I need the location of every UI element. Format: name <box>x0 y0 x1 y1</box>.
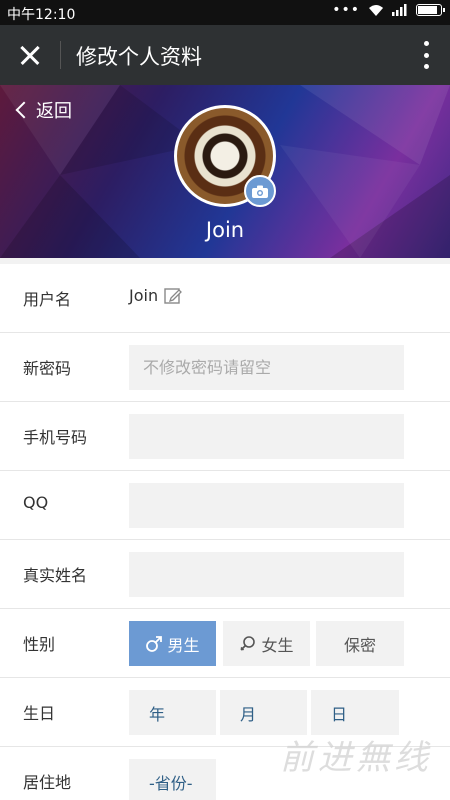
username-text: Join <box>129 286 159 305</box>
qq-row: QQ <box>0 471 450 540</box>
username-row: 用户名 Join <box>0 264 450 333</box>
wifi-icon <box>369 4 383 16</box>
phone-label: 手机号码 <box>23 428 88 447</box>
birthday-day-select[interactable]: 日 <box>311 690 399 735</box>
profile-form: 用户名 Join 新密码 手机号码 QQ 真实姓名 性别 男生 <box>0 264 450 800</box>
back-button[interactable]: 返回 <box>14 97 72 123</box>
female-icon <box>240 635 256 651</box>
residence-label: 居住地 <box>23 773 72 792</box>
realname-label: 真实姓名 <box>23 566 88 585</box>
password-field[interactable] <box>129 345 404 390</box>
title-bar: 修改个人资料 <box>0 25 450 85</box>
title-divider <box>60 41 61 69</box>
status-time: 中午12:10 <box>7 7 76 23</box>
realname-row: 真实姓名 <box>0 540 450 609</box>
gender-male-label: 男生 <box>167 635 200 655</box>
battery-level <box>418 6 437 14</box>
gender-female-button[interactable]: 女生 <box>223 621 310 666</box>
phone-row: 手机号码 <box>0 402 450 471</box>
battery-icon <box>416 4 445 16</box>
realname-field[interactable] <box>129 552 404 597</box>
more-notifications-icon: ••• <box>332 2 360 18</box>
more-menu-icon[interactable] <box>422 41 430 69</box>
page-title: 修改个人资料 <box>76 45 202 69</box>
password-row: 新密码 <box>0 333 450 402</box>
gender-male-button[interactable]: 男生 <box>129 621 216 666</box>
male-icon <box>146 635 163 652</box>
signal-icon <box>392 4 407 16</box>
gender-label: 性别 <box>23 635 56 654</box>
profile-name: Join <box>205 218 245 242</box>
province-select[interactable]: -省份- <box>129 759 216 800</box>
qq-field[interactable] <box>129 483 404 528</box>
birthday-label: 生日 <box>23 704 56 723</box>
username-label: 用户名 <box>23 290 72 309</box>
status-bar: 中午12:10 ••• <box>0 0 450 25</box>
birthday-month-select[interactable]: 月 <box>220 690 307 735</box>
username-value: Join <box>129 286 183 305</box>
birthday-year-select[interactable]: 年 <box>129 690 216 735</box>
phone-field[interactable] <box>129 414 404 459</box>
watermark: 前进無线 <box>280 738 432 778</box>
chevron-left-icon <box>15 101 33 119</box>
gender-female-label: 女生 <box>261 635 294 655</box>
back-label: 返回 <box>36 101 72 122</box>
status-icons: ••• <box>332 2 445 18</box>
qq-label: QQ <box>23 493 49 512</box>
close-icon[interactable] <box>14 39 46 71</box>
profile-header: 返回 Join <box>0 85 450 258</box>
camera-icon[interactable] <box>244 175 276 207</box>
gender-secret-button[interactable]: 保密 <box>316 621 404 666</box>
password-label: 新密码 <box>23 359 72 378</box>
edit-icon[interactable] <box>164 287 183 305</box>
gender-secret-label: 保密 <box>343 635 376 655</box>
gender-row: 性别 男生 女生 保密 <box>0 609 450 678</box>
